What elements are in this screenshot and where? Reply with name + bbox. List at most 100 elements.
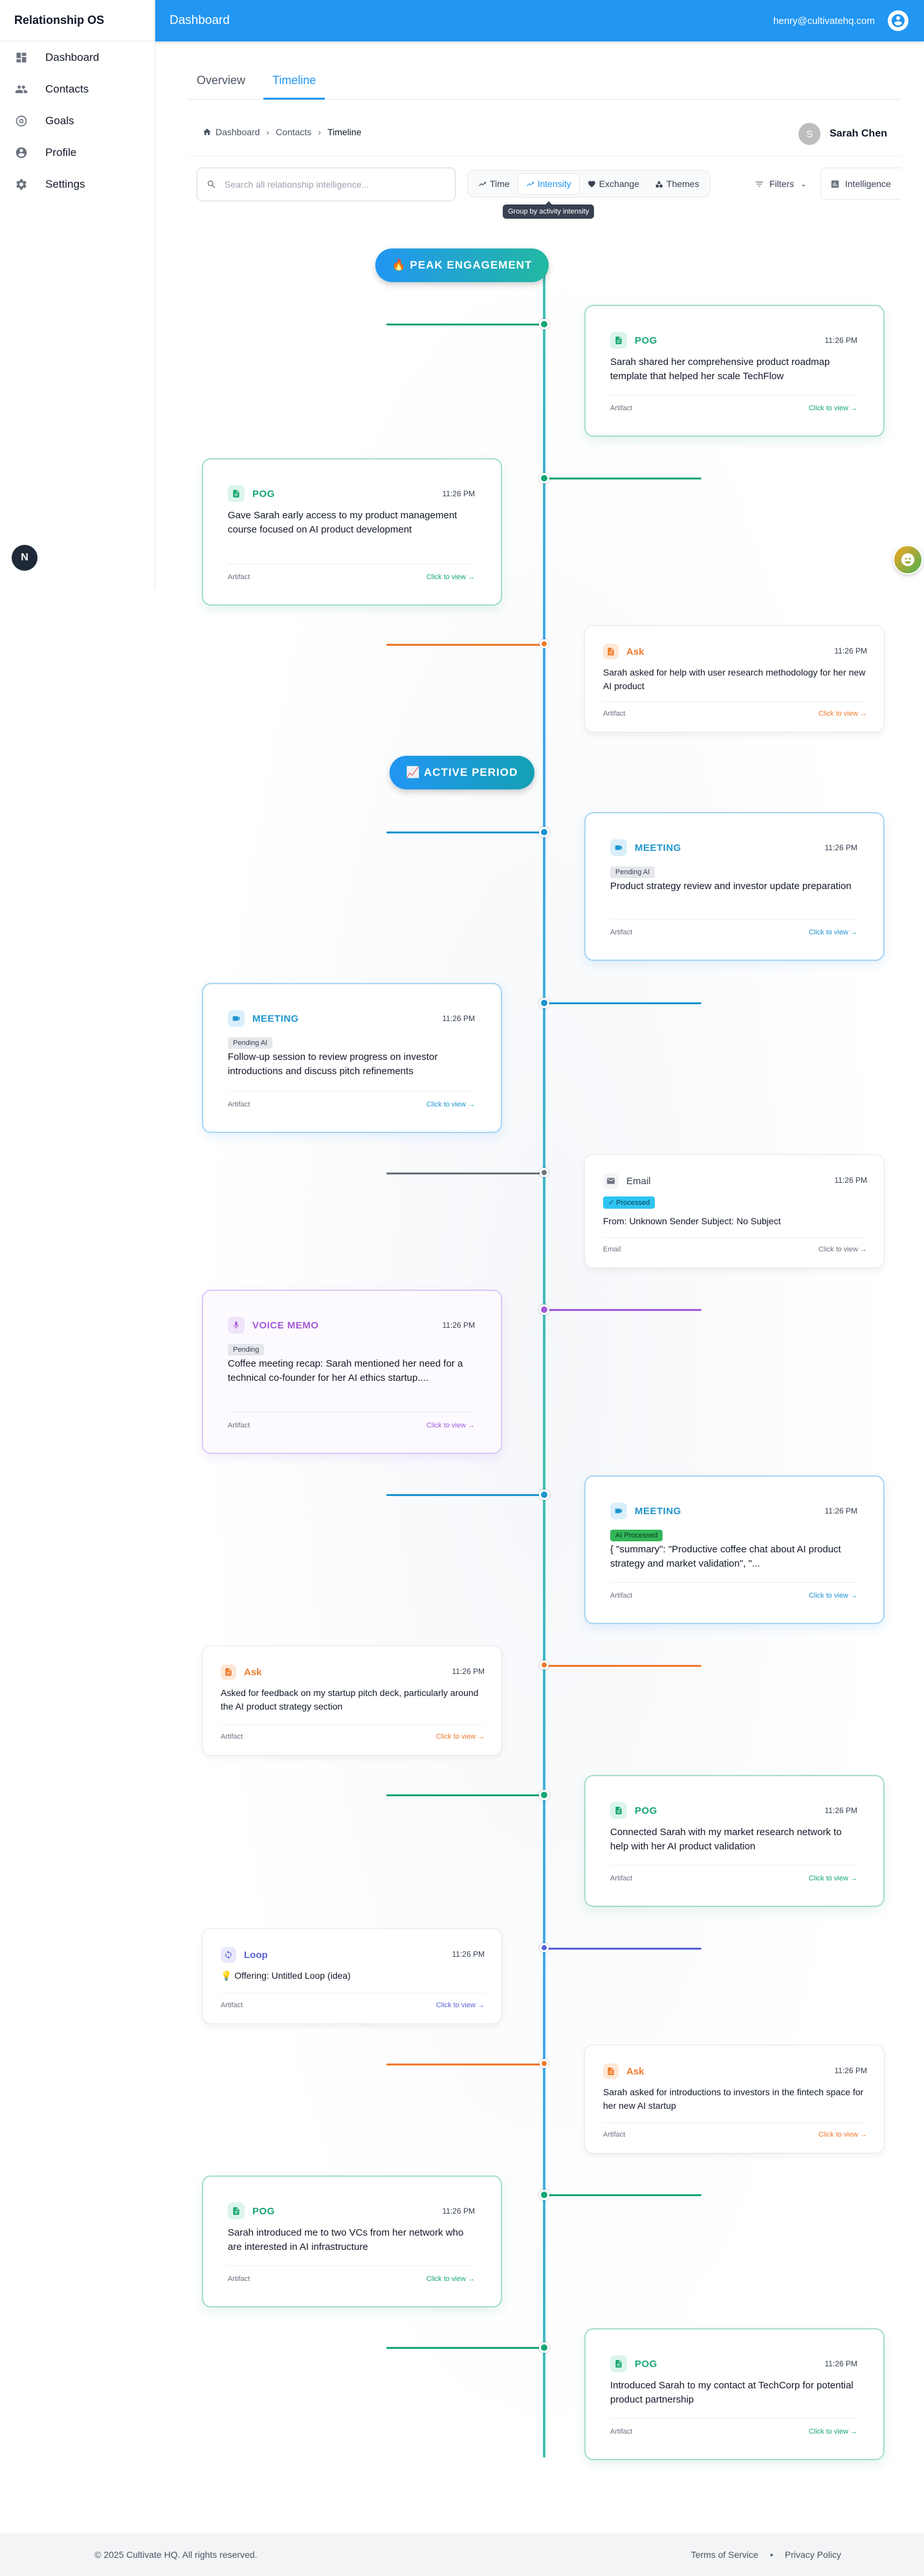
assistant-fab-icon[interactable] [893,545,923,575]
timeline-connector [544,1665,701,1667]
timeline-card-meeting[interactable]: MEETING 11:26 PM Pending AI Follow-up se… [202,983,502,1133]
timeline-dot [540,1660,549,1669]
card-text: 💡 Offering: Untitled Loop (idea) [221,1970,351,1981]
timeline-dot [539,998,549,1008]
timeline-connector [386,1172,544,1174]
timeline-card-ask[interactable]: Ask 11:26 PM Asked for feedback on my st… [202,1646,502,1756]
card-text: Asked for feedback on my startup pitch d… [221,1688,479,1712]
card-type: MEETING [635,1505,681,1517]
card-text: Sarah introduced me to two VCs from her … [228,2227,464,2252]
card-type: Ask [626,646,644,657]
topbar-title: Dashboard [170,14,230,27]
sidebar-item-label: Contacts [45,82,89,95]
card-footer: Artifact Click to view → [221,1724,485,1741]
tab-timeline[interactable]: Timeline [263,67,325,100]
timeline-card-loop[interactable]: Loop 11:26 PM 💡 Offering: Untitled Loop … [202,1928,502,2024]
card-view-link[interactable]: Click to view → [819,1246,867,1253]
status-badge: Pending [228,1344,265,1356]
card-text: Sarah shared her comprehensive product r… [610,357,830,382]
card-time: 11:26 PM [824,1806,857,1815]
timeline-card-pog[interactable]: POG 11:26 PM Sarah shared her comprehens… [584,305,885,437]
status-badge: AI Processed [610,1530,663,1541]
card-kind: Artifact [610,929,633,936]
timeline-card-pog[interactable]: POG 11:26 PM Gave Sarah early access to … [202,458,502,606]
card-view-link[interactable]: Click to view → [819,710,867,718]
sidebar-item-profile[interactable]: Profile [0,137,155,168]
videocam-icon [228,1010,245,1027]
timeline-dot [539,1305,549,1315]
search-input[interactable]: Search all relationship intelligence... [197,168,456,201]
insights-icon [831,180,839,188]
trending-icon [479,181,486,186]
sidebar-item-contacts[interactable]: Contacts [0,73,155,105]
card-view-link[interactable]: Click to view → [809,404,857,412]
card-view-link[interactable]: Click to view → [819,2131,867,2139]
timeline-connector [544,1948,701,1950]
view-exchange-button[interactable]: Exchange [580,173,647,195]
timeline-card-email[interactable]: Email 11:26 PM ✓ Processed From: Unknown… [584,1154,885,1268]
sidebar-item-goals[interactable]: Goals [0,105,155,137]
view-themes-button[interactable]: Themes [647,173,707,195]
account-icon[interactable] [888,10,908,31]
card-kind: Artifact [610,2428,633,2436]
timeline-card-ask[interactable]: Ask 11:26 PM Sarah asked for introductio… [584,2045,885,2153]
card-view-link[interactable]: Click to view → [809,1875,857,1882]
card-view-link[interactable]: Click to view → [809,1592,857,1600]
timeline-card-meeting[interactable]: MEETING 11:26 PM Pending AI Product stra… [584,812,885,961]
sidebar-item-dashboard[interactable]: Dashboard [0,41,155,73]
timeline-card-meeting[interactable]: MEETING 11:26 PM AI Processed { "summary… [584,1475,885,1624]
card-type: POG [635,335,657,346]
timeline-card-pog[interactable]: POG 11:26 PM Connected Sarah with my mar… [584,1775,885,1907]
view-time-button[interactable]: Time [470,173,518,195]
intelligence-button[interactable]: Intelligence [820,168,901,200]
card-view-link[interactable]: Click to view → [426,573,475,581]
filters-button[interactable]: Filters ⌄ [748,170,813,197]
card-text: Sarah asked for help with user research … [603,667,866,691]
card-time: 11:26 PM [834,1176,867,1185]
card-kind: Artifact [610,1875,633,1882]
view-intensity-button[interactable]: Intensity [517,173,580,195]
loop-icon [221,1947,236,1963]
timeline-connector [386,1494,544,1496]
card-time: 11:26 PM [442,1014,475,1023]
card-time: 11:26 PM [442,489,475,498]
privacy-link[interactable]: Privacy Policy [785,2549,841,2560]
card-time: 11:26 PM [834,2066,867,2075]
dashboard-icon [14,50,28,65]
breadcrumb-contacts[interactable]: Contacts [276,127,311,137]
timeline-card-ask[interactable]: Ask 11:26 PM Sarah asked for help with u… [584,625,885,732]
card-footer: Artifact Click to view → [610,1582,857,1600]
timeline-card-voice-memo[interactable]: VOICE MEMO 11:26 PM Pending Coffee meeti… [202,1290,502,1454]
card-time: 11:26 PM [442,2207,475,2216]
videocam-icon [610,839,627,856]
card-footer: Artifact Click to view → [610,395,857,412]
terms-link[interactable]: Terms of Service [691,2549,758,2560]
sidebar-item-label: Dashboard [45,50,100,63]
nextjs-dev-button[interactable]: N [12,545,38,571]
card-view-link[interactable]: Click to view → [809,929,857,936]
timeline-connector [544,478,701,479]
card-view-link[interactable]: Click to view → [809,2428,857,2436]
card-view-link[interactable]: Click to view → [436,1733,485,1741]
card-time: 11:26 PM [452,1667,485,1676]
view-themes-label: Themes [666,179,699,189]
avatar: S [798,123,821,145]
page-footer: © 2025 Cultivate HQ. All rights reserved… [0,2533,924,2576]
timeline-card-pog[interactable]: POG 11:26 PM Introduced Sarah to my cont… [584,2328,885,2460]
status-badge: Pending AI [228,1037,273,1049]
sidebar-item-settings[interactable]: Settings [0,168,155,200]
card-footer: Artifact Click to view → [221,1993,485,2009]
timeline-card-pog[interactable]: POG 11:26 PM Sarah introduced me to two … [202,2175,502,2307]
card-text: Gave Sarah early access to my product ma… [228,510,457,535]
document-icon [603,2064,619,2079]
breadcrumb-dashboard[interactable]: Dashboard [215,127,260,137]
card-view-link[interactable]: Click to view → [426,1422,475,1429]
trending-icon [526,181,534,186]
card-time: 11:26 PM [824,843,857,852]
tab-overview[interactable]: Overview [188,67,254,100]
chevron-right-icon: › [266,127,270,137]
card-view-link[interactable]: Click to view → [426,1101,475,1108]
card-footer: Artifact Click to view → [610,2418,857,2436]
card-view-link[interactable]: Click to view → [426,2275,475,2283]
card-view-link[interactable]: Click to view → [436,2001,485,2009]
